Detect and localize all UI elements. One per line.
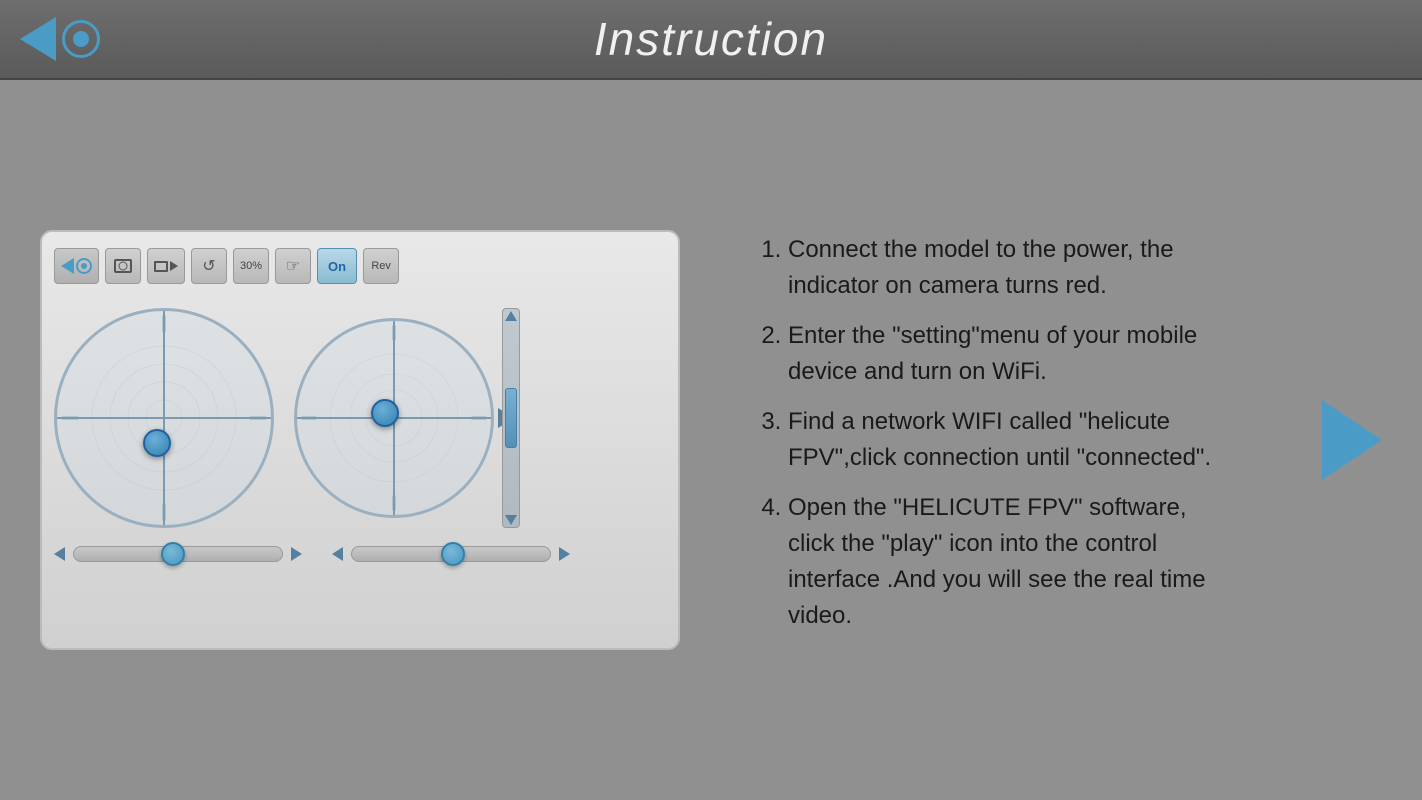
- next-arrow-button[interactable]: [1322, 400, 1382, 480]
- photo-button[interactable]: [105, 248, 141, 284]
- right-joystick-section: [294, 318, 494, 518]
- video-button[interactable]: [147, 248, 185, 284]
- logo-inner-dot: [73, 31, 89, 47]
- page-title: Instruction: [594, 12, 828, 66]
- logo-circle-icon: [62, 20, 100, 58]
- right-joystick[interactable]: [294, 318, 494, 518]
- instruction-step-4: Open the "HELICUTE FPV" software, click …: [788, 490, 1232, 634]
- on-button[interactable]: On: [317, 248, 357, 284]
- logo-button[interactable]: [54, 248, 99, 284]
- touch-button[interactable]: ☞: [275, 248, 311, 284]
- percent-button[interactable]: 30%: [233, 248, 269, 284]
- left-slider-thumb[interactable]: [161, 542, 185, 566]
- logo-arrow-icon: [20, 17, 56, 61]
- controller-mockup: ↺ 30% ☞ On Rev: [40, 230, 680, 650]
- header: Instruction: [0, 0, 1422, 80]
- scroll-handle[interactable]: [505, 388, 517, 448]
- touch-icon: ☞: [286, 256, 300, 276]
- percent-label: 30%: [240, 260, 262, 272]
- main-content: ↺ 30% ☞ On Rev: [0, 80, 1422, 800]
- instructions-panel: Connect the model to the power, the indi…: [740, 232, 1232, 648]
- scroll-up-arrow[interactable]: [505, 311, 517, 321]
- right-joystick-knob[interactable]: [371, 399, 399, 427]
- rev-label: Rev: [371, 260, 391, 272]
- right-slider-thumb[interactable]: [441, 542, 465, 566]
- toolbar: ↺ 30% ☞ On Rev: [54, 244, 666, 288]
- rev-button[interactable]: Rev: [363, 248, 399, 284]
- right-slider-container: [332, 546, 570, 562]
- tb-arrow-icon: [61, 258, 74, 274]
- left-slider-left-arrow[interactable]: [54, 547, 65, 561]
- refresh-button[interactable]: ↺: [191, 248, 227, 284]
- left-joystick[interactable]: [54, 308, 274, 528]
- instruction-step-2: Enter the "setting"menu of your mobile d…: [788, 318, 1232, 390]
- right-slider-left-arrow[interactable]: [332, 547, 343, 561]
- on-label: On: [328, 259, 346, 274]
- scrollbar[interactable]: [502, 308, 520, 528]
- tb-circle-icon: [76, 258, 92, 274]
- sliders-area: [54, 546, 666, 562]
- app-logo[interactable]: [20, 17, 100, 61]
- scroll-down-arrow[interactable]: [505, 515, 517, 525]
- instruction-step-1: Connect the model to the power, the indi…: [788, 232, 1232, 304]
- left-slider-track[interactable]: [73, 546, 283, 562]
- crosshair-vertical: [163, 311, 165, 525]
- refresh-icon: ↺: [202, 256, 215, 276]
- instruction-list: Connect the model to the power, the indi…: [760, 232, 1232, 634]
- camera-icon: [114, 259, 132, 273]
- instruction-step-3: Find a network WIFI called "helicute FPV…: [788, 404, 1232, 476]
- left-joystick-section: [54, 308, 274, 528]
- video-icon: [154, 261, 178, 272]
- left-slider-container: [54, 546, 302, 562]
- right-slider-right-arrow[interactable]: [559, 547, 570, 561]
- right-slider-track[interactable]: [351, 546, 551, 562]
- left-slider-right-arrow[interactable]: [291, 547, 302, 561]
- left-joystick-knob[interactable]: [143, 429, 171, 457]
